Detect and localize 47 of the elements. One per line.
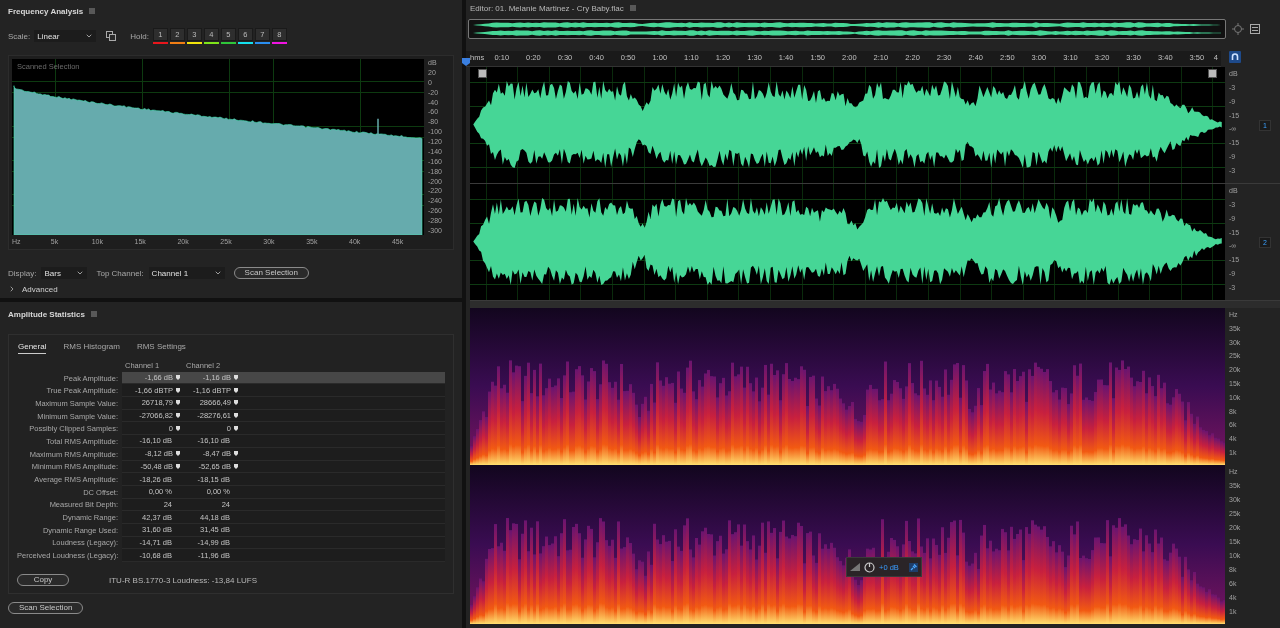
marker-icon[interactable] <box>176 387 180 393</box>
panel-title: Amplitude Statistics <box>8 309 85 319</box>
caret-icon <box>213 269 222 277</box>
marker-icon[interactable] <box>234 451 238 457</box>
volume-ramp-icon <box>850 563 860 571</box>
marker-icon[interactable] <box>176 413 180 419</box>
list-icon[interactable] <box>1250 24 1260 34</box>
marker-icon[interactable] <box>176 451 180 457</box>
scale-dropdown[interactable]: Linear <box>34 30 97 42</box>
top-channel-label: Top Channel: <box>96 268 144 278</box>
editor-title: Editor: 01. Melanie Martinez - Cry Baby.flac <box>470 3 624 13</box>
tab[interactable]: RMS Settings <box>136 340 186 354</box>
overlapping-squares-icon[interactable] <box>106 31 117 41</box>
tab[interactable]: RMS Histogram <box>63 340 120 354</box>
loudness-text: ITU-R BS.1770-3 Loudness: -13,84 LUFS <box>109 575 258 585</box>
advanced-toggle[interactable]: Advanced <box>8 284 58 294</box>
marker-icon[interactable] <box>234 413 238 419</box>
display-label: Display: <box>8 268 37 278</box>
corner-handle-icon[interactable] <box>1208 69 1217 78</box>
marker-icon[interactable] <box>176 400 180 406</box>
knob-icon[interactable] <box>864 561 875 573</box>
caret-icon <box>85 32 94 40</box>
hold-label: Hold: <box>130 31 149 41</box>
chevron-icon <box>8 285 16 293</box>
tab[interactable]: General <box>18 340 47 354</box>
scale-label: Scale: <box>8 31 31 41</box>
top-channel-dropdown[interactable]: Channel 1 <box>148 267 225 279</box>
marker-icon[interactable] <box>176 463 180 469</box>
copy-button[interactable]: Copy <box>17 574 69 586</box>
marker-icon[interactable] <box>234 387 238 393</box>
marker-icon[interactable] <box>176 425 180 431</box>
marker-icon[interactable] <box>234 463 238 469</box>
zoom-icon[interactable] <box>1232 23 1244 35</box>
marker-icon[interactable] <box>176 375 180 381</box>
panel-title: Frequency Analysis <box>8 6 84 16</box>
scan-selection-button[interactable]: Scan Selection <box>233 267 309 279</box>
marker-icon[interactable] <box>234 375 238 381</box>
scan-selection-button[interactable]: Scan Selection <box>8 602 84 614</box>
magnet-icon[interactable] <box>1229 51 1241 63</box>
marker-icon[interactable] <box>234 425 238 431</box>
caret-icon <box>76 269 85 277</box>
marker-icon[interactable] <box>234 400 238 406</box>
overview-waveform-drawing[interactable] <box>468 19 1226 39</box>
display-dropdown[interactable]: Bars <box>41 267 88 279</box>
corner-handle-icon[interactable] <box>478 69 487 78</box>
playhead-marker[interactable] <box>462 58 470 66</box>
pin-icon[interactable] <box>908 562 918 572</box>
